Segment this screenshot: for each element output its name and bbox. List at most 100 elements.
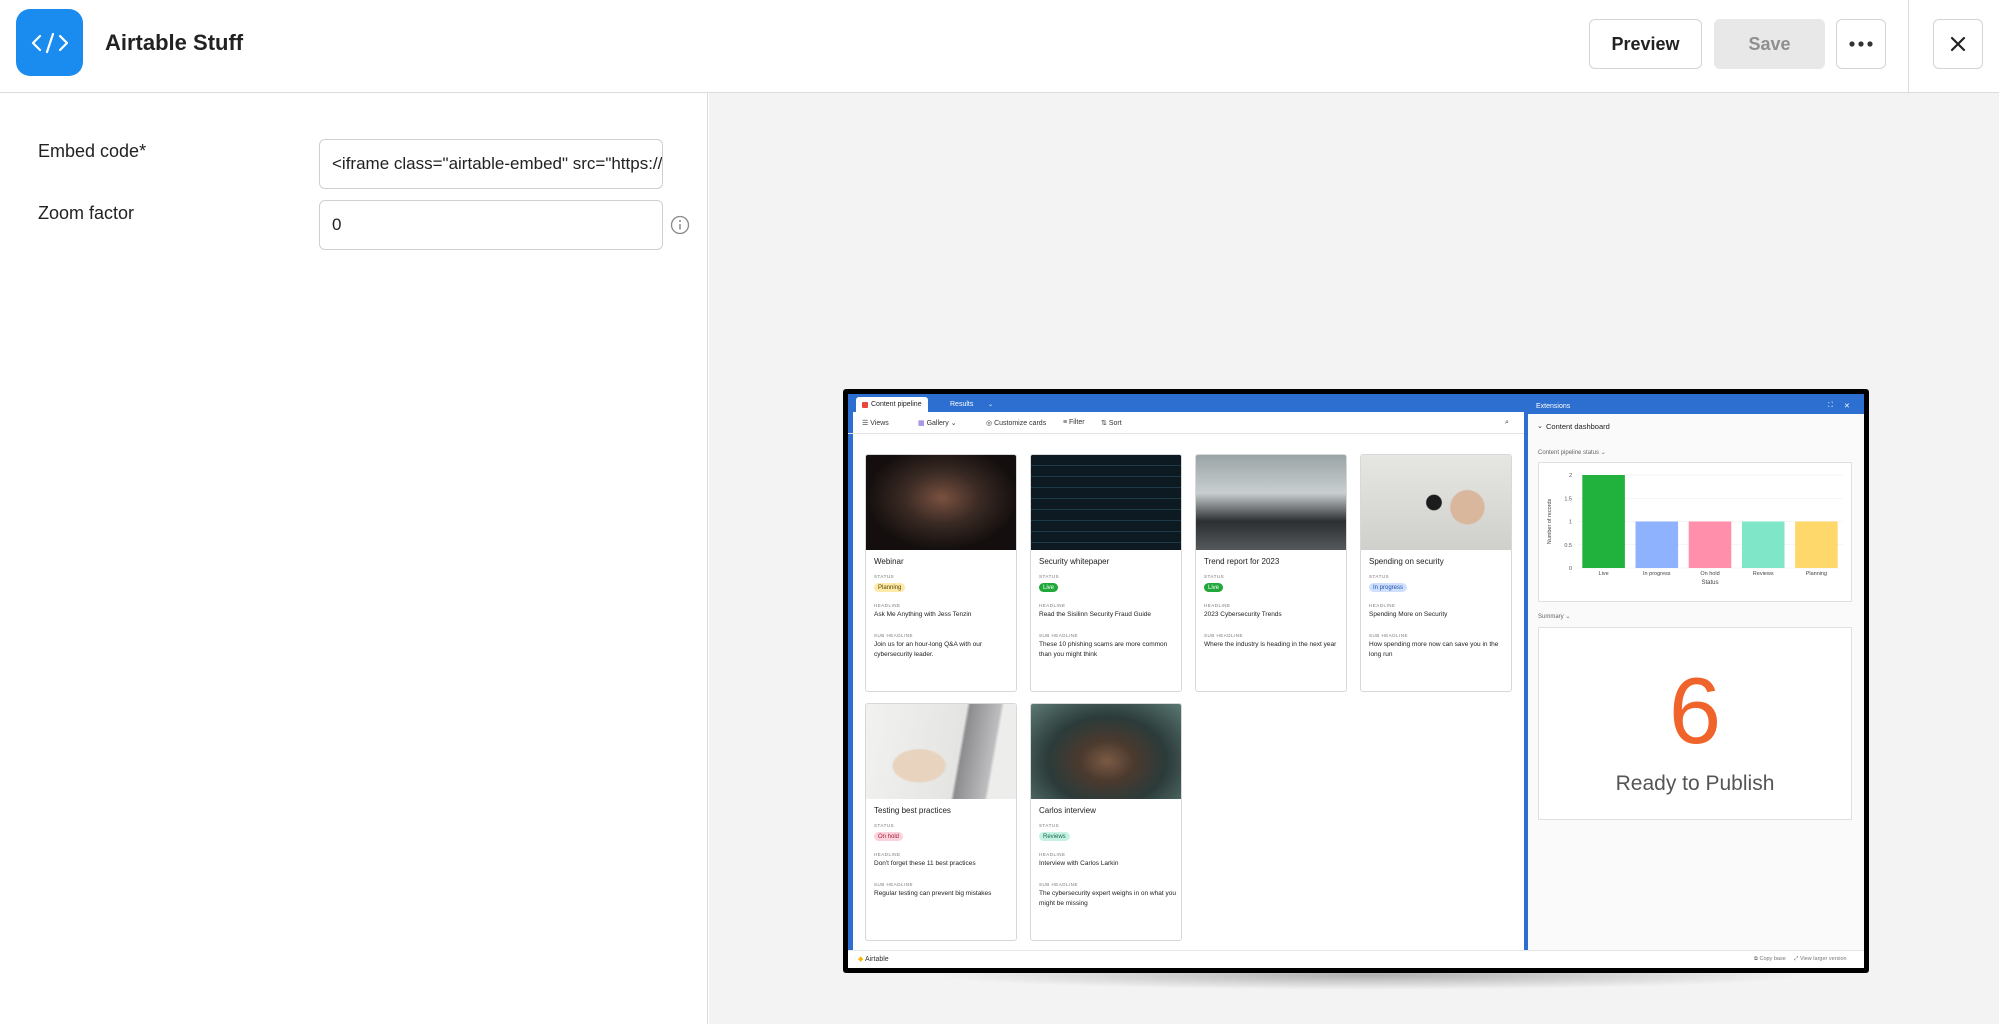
tab-content-pipeline[interactable]: Content pipeline xyxy=(856,397,928,412)
gallery-view-button[interactable]: ▦ Gallery ⌄ xyxy=(918,419,957,427)
sort-button[interactable]: ⇅ Sort xyxy=(1101,419,1122,427)
info-icon[interactable] xyxy=(670,215,690,235)
bar xyxy=(1635,521,1679,568)
card-subheadline: Regular testing can prevent big mistakes xyxy=(874,890,992,897)
close-icon xyxy=(1950,36,1966,52)
close-button[interactable] xyxy=(1933,19,1983,69)
card-title: Security whitepaper xyxy=(1039,557,1110,566)
subheadline-field-label: SUB HEADLINE xyxy=(874,633,914,638)
status-badge: Live xyxy=(1204,583,1224,592)
embed-left-accent xyxy=(848,412,853,960)
close-icon[interactable]: ✕ xyxy=(1844,402,1850,410)
embed-code-input[interactable]: <iframe class="airtable-embed" src="http… xyxy=(319,139,663,189)
airtable-brand-text: Airtable xyxy=(864,956,889,963)
card-cover-image xyxy=(866,704,1016,799)
top-bar: Airtable Stuff Preview Save xyxy=(0,0,1999,93)
gallery-card[interactable]: Security whitepaper STATUS Live HEADLINE Rea… xyxy=(1030,454,1182,692)
header-divider xyxy=(1908,0,1909,93)
subheadline-field-label: SUB HEADLINE xyxy=(1039,882,1079,887)
headline-field-label: HEADLINE xyxy=(1039,852,1066,857)
status-badge: Reviews xyxy=(1039,832,1070,841)
table-icon xyxy=(862,401,868,408)
expand-icon[interactable]: ⛶ xyxy=(1828,402,1833,410)
chart-section-text: Content pipeline status xyxy=(1538,450,1600,456)
gallery-label: Gallery xyxy=(926,420,949,427)
views-button[interactable]: ☰ Views xyxy=(862,419,889,427)
status-field-label: STATUS xyxy=(1369,574,1390,579)
card-headline: Ask Me Anything with Jess Tenzin xyxy=(874,611,972,618)
status-field-label: STATUS xyxy=(874,574,895,579)
bar xyxy=(1741,521,1785,568)
chevron-down-icon[interactable]: ⌄ xyxy=(988,397,993,412)
y-tick-label: 2 xyxy=(1569,473,1572,479)
headline-field-label: HEADLINE xyxy=(874,603,901,608)
view-larger-link[interactable]: ⤢ View larger version xyxy=(1794,956,1847,963)
bar xyxy=(1582,475,1625,568)
tab-label: Results xyxy=(950,401,974,408)
card-subheadline: Where the industry is heading in the nex… xyxy=(1204,641,1337,648)
airtable-brand[interactable]: ◆ Airtable xyxy=(858,955,889,963)
x-tick-label: On hold xyxy=(1700,571,1719,577)
card-title: Testing best practices xyxy=(874,806,951,815)
gallery-card[interactable]: Testing best practices STATUS On hold HEADL… xyxy=(865,703,1017,941)
gallery-card[interactable]: Trend report for 2023 STATUS Live HEADLINE 2… xyxy=(1195,454,1347,692)
card-headline: Spending More on Security xyxy=(1369,611,1448,618)
card-title: Trend report for 2023 xyxy=(1204,557,1280,566)
zoom-factor-input[interactable]: 0 xyxy=(319,200,663,250)
summary-section-text: Summary xyxy=(1538,614,1564,620)
sort-label: Sort xyxy=(1108,420,1122,427)
y-tick-label: 0.5 xyxy=(1564,543,1572,549)
y-tick-label: 1.5 xyxy=(1564,496,1572,502)
y-tick-label: 0 xyxy=(1569,566,1572,572)
summary-section-label[interactable]: Summary ⌄ xyxy=(1538,613,1570,620)
more-options-button[interactable] xyxy=(1836,19,1886,69)
card-cover-image xyxy=(1031,455,1181,550)
view-toolbar: ☰ Views ▦ Gallery ⌄ ◎ Customize cards ≡ … xyxy=(848,412,1524,434)
embedded-airtable[interactable]: Content pipeline Results ⌄ ☰ Views ▦ Gal… xyxy=(848,394,1864,968)
x-axis-label: Status xyxy=(1701,580,1718,586)
card-headline: 2023 Cybersecurity Trends xyxy=(1204,611,1282,618)
x-tick-label: Planning xyxy=(1806,571,1827,577)
copy-base-link[interactable]: ⧉ Copy base xyxy=(1754,956,1786,963)
card-subheadline: These 10 phishing scams are more common … xyxy=(1039,641,1168,658)
card-title: Carlos interview xyxy=(1039,806,1096,815)
card-cover-image xyxy=(1196,455,1346,550)
bar xyxy=(1688,521,1732,568)
gallery-card[interactable]: Spending on security STATUS In progress HEA… xyxy=(1360,454,1512,692)
collapse-chevron-icon[interactable]: ⌄ xyxy=(1537,422,1543,430)
card-title: Spending on security xyxy=(1369,557,1444,566)
status-badge: On hold xyxy=(874,832,904,841)
customize-cards-button[interactable]: ◎ Customize cards xyxy=(986,419,1046,427)
y-axis-label: Number of records xyxy=(1547,498,1553,544)
status-chart-card: 0 0.5 1 1.5 2 Live In progress On hold Reviews Pl… xyxy=(1538,462,1852,602)
card-subheadline: The cybersecurity expert weighs in on wh… xyxy=(1039,890,1176,907)
card-subheadline: How spending more now can save you in th… xyxy=(1369,641,1499,658)
preview-button[interactable]: Preview xyxy=(1589,19,1702,69)
gallery-card[interactable]: Carlos interview STATUS Reviews HEADLINE Int… xyxy=(1030,703,1182,941)
tab-label: Content pipeline xyxy=(871,401,922,408)
page-title: Airtable Stuff xyxy=(105,30,244,55)
card-subheadline: Join us for an hour-long Q&A with our cy… xyxy=(874,641,983,658)
status-badge: In progress xyxy=(1369,583,1408,592)
x-tick-label: In progress xyxy=(1643,571,1671,577)
ellipsis-icon xyxy=(1849,41,1873,47)
card-headline: Read the Sisilinn Security Fraud Guide xyxy=(1039,611,1152,618)
save-button[interactable]: Save xyxy=(1714,19,1825,69)
filter-button[interactable]: ≡ Filter xyxy=(1063,419,1085,426)
embed-code-label: Embed code* xyxy=(38,141,147,161)
search-icon[interactable]: ⌕ xyxy=(1505,419,1509,427)
gallery-icon: ▦ xyxy=(918,420,925,427)
subheadline-field-label: SUB HEADLINE xyxy=(1039,633,1079,638)
copy-base-text: Copy base xyxy=(1759,956,1786,962)
card-cover-image xyxy=(866,455,1016,550)
status-bar-chart: 0 0.5 1 1.5 2 Live In progress On hold Reviews Pl… xyxy=(1547,473,1843,586)
gallery-card[interactable]: Webinar STATUS Planning HEADLINE Ask Me Anyt… xyxy=(865,454,1017,692)
bar xyxy=(1795,521,1838,568)
headline-field-label: HEADLINE xyxy=(1369,603,1396,608)
tab-results[interactable]: Results xyxy=(950,397,973,412)
chart-section-label[interactable]: Content pipeline status ⌄ xyxy=(1538,449,1606,456)
status-field-label: STATUS xyxy=(1039,823,1060,828)
status-field-label: STATUS xyxy=(1039,574,1060,579)
subheadline-field-label: SUB HEADLINE xyxy=(1369,633,1409,638)
status-field-label: STATUS xyxy=(1204,574,1225,579)
